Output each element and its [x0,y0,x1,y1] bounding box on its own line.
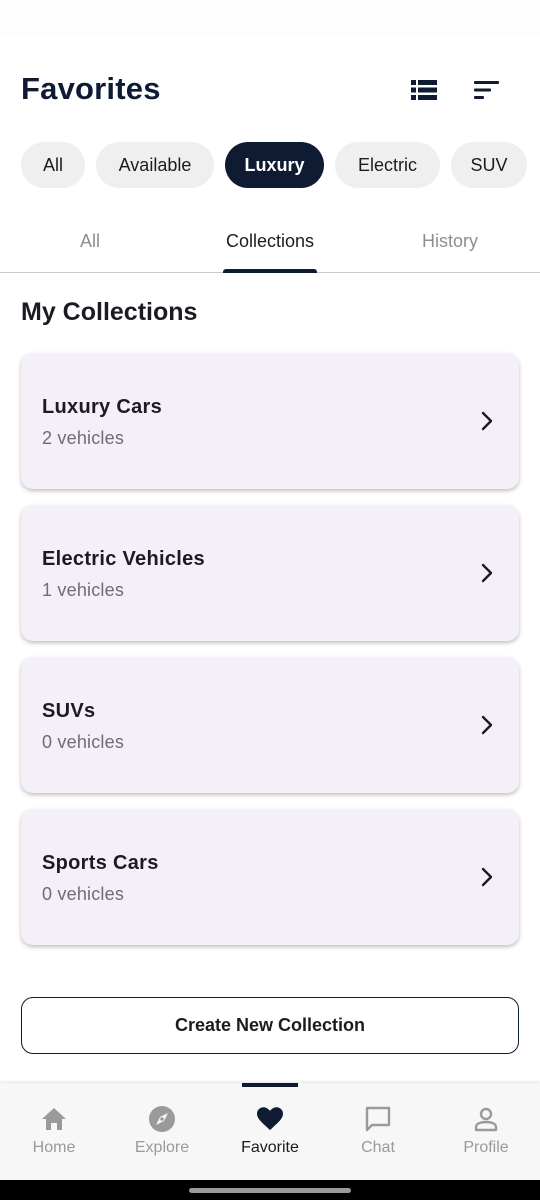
collection-name: Sports Cars [42,852,159,874]
nav-label: Home [32,1139,76,1156]
nav-label: Favorite [241,1139,299,1156]
collection-card[interactable]: Sports Cars 0 vehicles [21,809,519,945]
chevron-right-icon [481,715,493,735]
collection-name: Electric Vehicles [42,548,205,570]
system-navigation-bar [0,1180,540,1200]
collection-count: 1 vehicles [42,580,125,600]
tab-all[interactable]: All [0,214,180,272]
filter-chips: All Available Luxury Electric SUV [0,142,540,190]
create-collection-button[interactable]: Create New Collection [21,997,519,1054]
home-gesture-handle[interactable] [189,1188,351,1193]
collection-count: 2 vehicles [42,428,125,448]
app-header: Favorites [0,60,540,120]
heart-icon [257,1107,283,1130]
tab-bar: All Collections History [0,214,540,273]
sort-icon [474,81,499,99]
nav-label: Profile [463,1139,509,1156]
chip-all[interactable]: All [21,142,85,188]
status-bar [0,0,540,36]
collection-card[interactable]: SUVs 0 vehicles [21,657,519,793]
home-icon [42,1108,66,1130]
tab-collections[interactable]: Collections [180,214,360,272]
page-title: Favorites [21,71,161,106]
chip-electric[interactable]: Electric [335,142,440,188]
profile-icon [474,1107,498,1132]
chevron-right-icon [481,867,493,887]
list-view-button[interactable] [408,74,440,106]
collection-name: Luxury Cars [42,396,163,418]
collection-count: 0 vehicles [42,884,125,904]
chat-icon [365,1106,391,1132]
nav-home[interactable]: Home [0,1083,108,1180]
nav-profile[interactable]: Profile [432,1083,540,1180]
nav-label: Explore [134,1139,190,1156]
collection-name: SUVs [42,700,96,722]
nav-explore[interactable]: Explore [108,1083,216,1180]
chip-available[interactable]: Available [96,142,214,188]
chevron-right-icon [481,411,493,431]
collection-card[interactable]: Electric Vehicles 1 vehicles [21,505,519,641]
tab-indicator [223,269,317,273]
section-title: My Collections [21,298,198,326]
nav-label: Chat [361,1139,395,1156]
nav-favorite[interactable]: Favorite [216,1083,324,1180]
chip-suv[interactable]: SUV [451,142,527,188]
nav-chat[interactable]: Chat [324,1083,432,1180]
sort-button[interactable] [471,74,503,106]
chip-luxury[interactable]: Luxury [225,142,324,188]
tab-history[interactable]: History [360,214,540,272]
list-view-icon [411,80,437,100]
collection-card[interactable]: Luxury Cars 2 vehicles [21,353,519,489]
collection-count: 0 vehicles [42,732,125,752]
bottom-nav: Home Explore Favorite Chat Profile [0,1083,540,1180]
explore-icon [149,1106,175,1132]
chevron-right-icon [481,563,493,583]
